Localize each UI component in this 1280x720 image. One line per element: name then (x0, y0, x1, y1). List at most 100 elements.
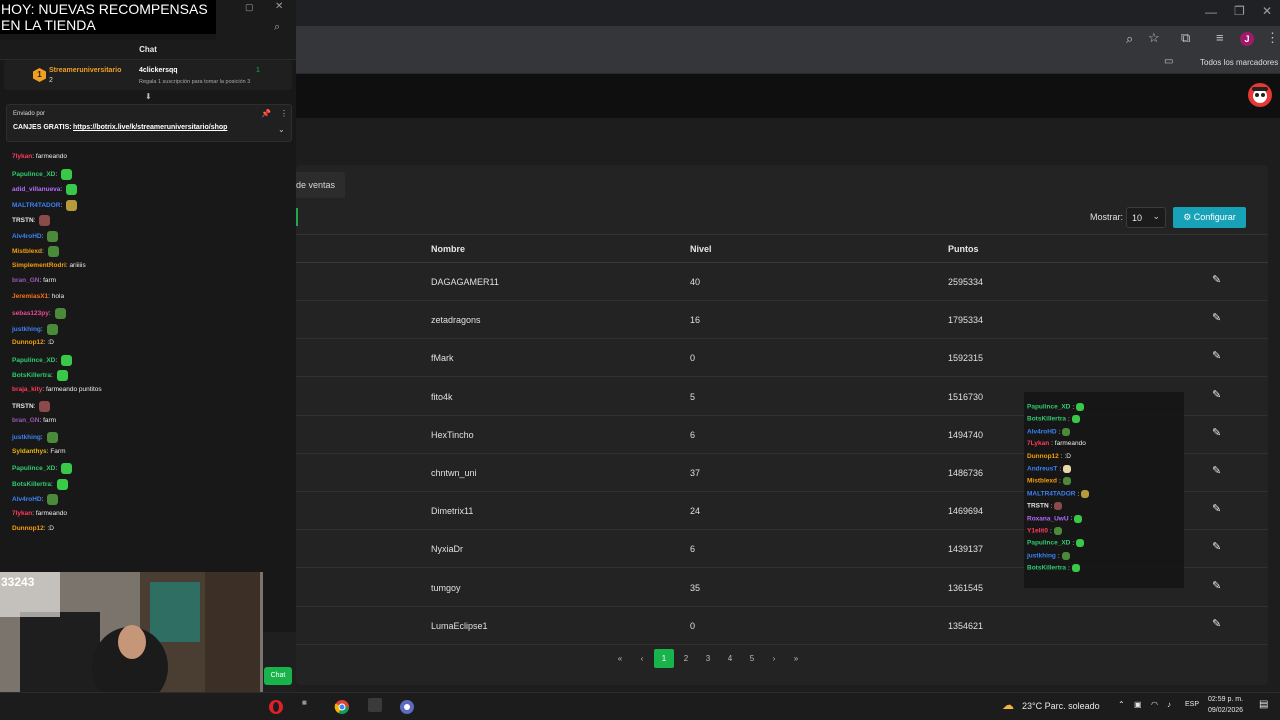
clock-time[interactable]: 02:59 p. m. (1208, 696, 1243, 703)
wifi-icon[interactable]: ◠ (1151, 700, 1158, 709)
cell-points: 1439137 (948, 544, 984, 555)
chat-username[interactable]: BotsKillertra (12, 481, 51, 488)
tray-app-icon[interactable]: ▣ (1134, 700, 1142, 709)
page-size-select[interactable]: 10 ⌄ (1126, 207, 1166, 228)
bookmarks-bar: ▭ Todos los marcadores (296, 52, 1280, 74)
chat-username[interactable]: bran_GN (12, 277, 39, 284)
emote-icon (1081, 489, 1090, 498)
popup-close-icon[interactable]: ✕ (275, 1, 283, 12)
edit-icon[interactable]: ✎ (1212, 579, 1221, 592)
calculator-icon[interactable] (368, 698, 382, 712)
chrome-icon[interactable] (334, 699, 350, 715)
gift-leaderboard: 1 Streameruniversitario 2 4clickersqq 1 … (4, 60, 292, 90)
overlay-text: : (1072, 540, 1075, 548)
chat-username[interactable]: adid_villanueva (12, 186, 60, 193)
bookmark-star-icon[interactable]: ☆ (1148, 30, 1160, 46)
edit-icon[interactable]: ✎ (1212, 426, 1221, 439)
chat-username[interactable]: Papulince_XD (12, 465, 55, 472)
clock-date[interactable]: 09/02/2026 (1208, 707, 1243, 714)
chat-separator: : (33, 403, 38, 411)
column-header-name[interactable]: Nombre (431, 244, 465, 254)
chat-username[interactable]: Dunnop12 (12, 525, 44, 532)
chat-username[interactable]: justkhing (12, 434, 41, 441)
chat-username[interactable]: Dunnop12 (12, 339, 44, 346)
page-button-3[interactable]: 3 (698, 649, 718, 668)
weather-icon[interactable]: ☁ (1002, 698, 1014, 712)
chat-toggle-button[interactable]: Chat (264, 667, 292, 685)
edit-icon[interactable]: ✎ (1212, 502, 1221, 515)
chat-username[interactable]: BotsKillertra (12, 372, 51, 379)
cell-points: 1592315 (948, 353, 984, 364)
language-indicator[interactable]: ESP (1185, 701, 1199, 708)
configure-button[interactable]: ⚙ Configurar (1173, 207, 1246, 228)
next-page-button[interactable]: › (764, 649, 784, 668)
weather-text[interactable]: 23°C Parc. soleado (1022, 701, 1100, 711)
extensions-icon[interactable]: ⧉ (1181, 30, 1190, 46)
zoom-icon[interactable]: ⌕ (1126, 31, 1133, 47)
page-button-1[interactable]: 1 (654, 649, 674, 668)
opera-icon[interactable] (268, 699, 284, 715)
scroll-down-icon[interactable]: ⬇ (145, 92, 152, 101)
chat-username[interactable]: Syldanthys (12, 448, 47, 455)
edit-icon[interactable]: ✎ (1212, 617, 1221, 630)
chat-search-icon[interactable]: ⌕ (274, 21, 280, 34)
maximize-icon[interactable]: ❐ (1234, 4, 1245, 18)
edit-icon[interactable]: ✎ (1212, 311, 1221, 324)
page-button-2[interactable]: 2 (676, 649, 696, 668)
expand-chevron-icon[interactable]: ⌄ (278, 125, 285, 134)
chat-username[interactable]: MALTR4TADOR (12, 202, 61, 209)
edit-icon[interactable]: ✎ (1212, 273, 1221, 286)
chat-username[interactable]: Papulince_XD (12, 357, 55, 364)
overlay-text: : farmeando (1051, 440, 1086, 448)
last-page-button[interactable]: » (786, 649, 806, 668)
minimize-icon[interactable]: — (1205, 5, 1217, 19)
pinned-link[interactable]: https://botrix.live/k/streameruniversita… (73, 124, 227, 131)
page-button-5[interactable]: 5 (742, 649, 762, 668)
column-header-level[interactable]: Nivel (690, 244, 712, 254)
chat-username[interactable]: JeremiasX1 (12, 293, 48, 300)
close-window-icon[interactable]: ✕ (1262, 4, 1272, 18)
overlay-text: : (1068, 416, 1070, 424)
edit-icon[interactable]: ✎ (1212, 464, 1221, 477)
chat-username[interactable]: TRSTN (12, 403, 34, 410)
volume-icon[interactable]: ♪ (1167, 700, 1171, 709)
emote-icon (1071, 564, 1080, 573)
edit-icon[interactable]: ✎ (1212, 540, 1221, 553)
popup-maximize-icon[interactable]: ▢ (245, 2, 254, 13)
reading-list-icon[interactable]: ≡ (1216, 30, 1224, 45)
chat-username[interactable]: SimplementRodri (12, 262, 66, 269)
app-icon-generic[interactable]: ▦ (302, 700, 307, 706)
page-button-4[interactable]: 4 (720, 649, 740, 668)
all-bookmarks-link[interactable]: Todos los marcadores (1200, 58, 1278, 67)
notifications-icon[interactable]: ▤ (1259, 699, 1268, 710)
pinned-menu-icon[interactable]: ⋮ (280, 109, 288, 118)
chat-username[interactable]: Mistblexd (12, 248, 42, 255)
chat-username[interactable]: Alv4roHD (12, 233, 42, 240)
pin-icon[interactable]: 📌 (261, 109, 271, 118)
cell-level: 0 (690, 620, 696, 631)
overlay-username: BotsKillertra (1027, 564, 1067, 572)
chat-username[interactable]: Alv4roHD (12, 496, 42, 503)
prev-page-button[interactable]: ‹ (632, 649, 652, 668)
site-logo[interactable] (1247, 82, 1273, 108)
overlay-username: BotsKillertra (1027, 416, 1067, 424)
browser-menu-icon[interactable]: ⋮ (1266, 30, 1279, 46)
column-header-points[interactable]: Puntos (948, 244, 979, 254)
emote-icon (60, 168, 72, 180)
chat-username[interactable]: braja_kity (12, 386, 42, 393)
leaderboard-first-user[interactable]: Streameruniversitario (49, 67, 121, 74)
tray-chevron-icon[interactable]: ⌃ (1118, 700, 1125, 709)
profile-avatar[interactable]: J (1240, 32, 1254, 46)
chat-username[interactable]: TRSTN (12, 217, 34, 224)
obs-icon[interactable] (399, 699, 415, 715)
chat-username[interactable]: 7lykan (12, 153, 32, 160)
chat-username[interactable]: justkhing (12, 326, 41, 333)
edit-icon[interactable]: ✎ (1212, 388, 1221, 401)
edit-icon[interactable]: ✎ (1212, 349, 1221, 362)
leaderboard-gifter[interactable]: 4clickersqq (139, 67, 178, 74)
first-page-button[interactable]: « (610, 649, 630, 668)
chat-username[interactable]: sebas123py (12, 310, 49, 317)
chat-username[interactable]: bran_GN (12, 417, 39, 424)
chat-username[interactable]: 7lykan (12, 510, 32, 517)
chat-username[interactable]: Papulince_XD (12, 171, 55, 178)
